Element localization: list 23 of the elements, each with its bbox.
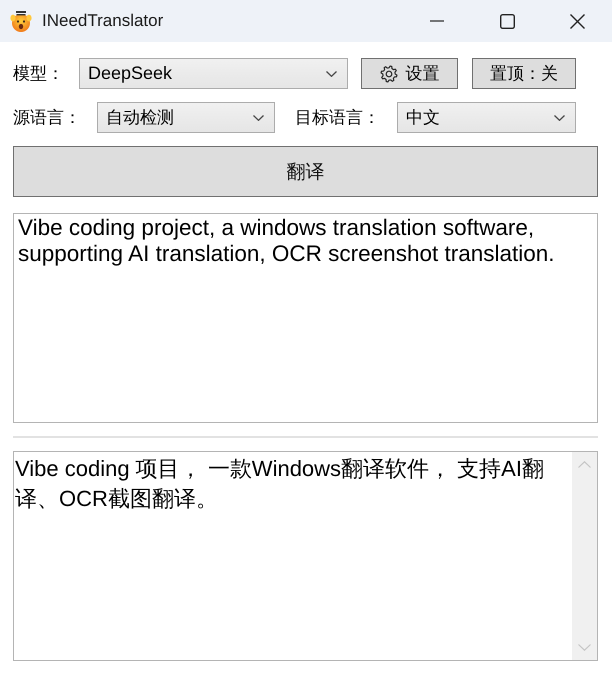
translated-text-field[interactable]: Vibe coding 项目， 一款Windows翻译软件， 支持AI翻译、OCR截图翻译。 bbox=[13, 451, 598, 661]
chevron-down-icon bbox=[253, 114, 264, 120]
scrollbar[interactable] bbox=[572, 452, 597, 660]
shocked-face-icon bbox=[10, 10, 32, 32]
close-icon bbox=[570, 14, 584, 28]
model-label: 模型： bbox=[13, 63, 65, 85]
model-dropdown[interactable]: DeepSeek bbox=[79, 58, 348, 89]
settings-button[interactable]: 设置 bbox=[361, 58, 458, 89]
pin-on-top-button[interactable]: 置顶：关 bbox=[472, 58, 576, 89]
source-language-dropdown[interactable]: 自动检测 bbox=[97, 102, 275, 133]
maximize-icon bbox=[500, 14, 514, 28]
minimize-icon bbox=[430, 20, 444, 22]
source-text-field[interactable]: Vibe coding project, a windows translation software, supporting AI translation, OCR screenshot translation. bbox=[13, 213, 598, 423]
source-language-label: 源语言： bbox=[13, 107, 82, 129]
chevron-down-icon bbox=[326, 70, 337, 76]
translate-button[interactable]: 翻译 bbox=[13, 146, 598, 197]
chevron-down-icon bbox=[554, 114, 565, 120]
chevron-up-icon bbox=[578, 461, 591, 468]
target-language-dropdown[interactable]: 中文 bbox=[397, 102, 576, 133]
window-title: INeedTranslator bbox=[42, 11, 164, 31]
chevron-down-icon bbox=[578, 644, 591, 651]
settings-icon bbox=[380, 64, 398, 82]
target-language-label: 目标语言： bbox=[295, 107, 381, 129]
